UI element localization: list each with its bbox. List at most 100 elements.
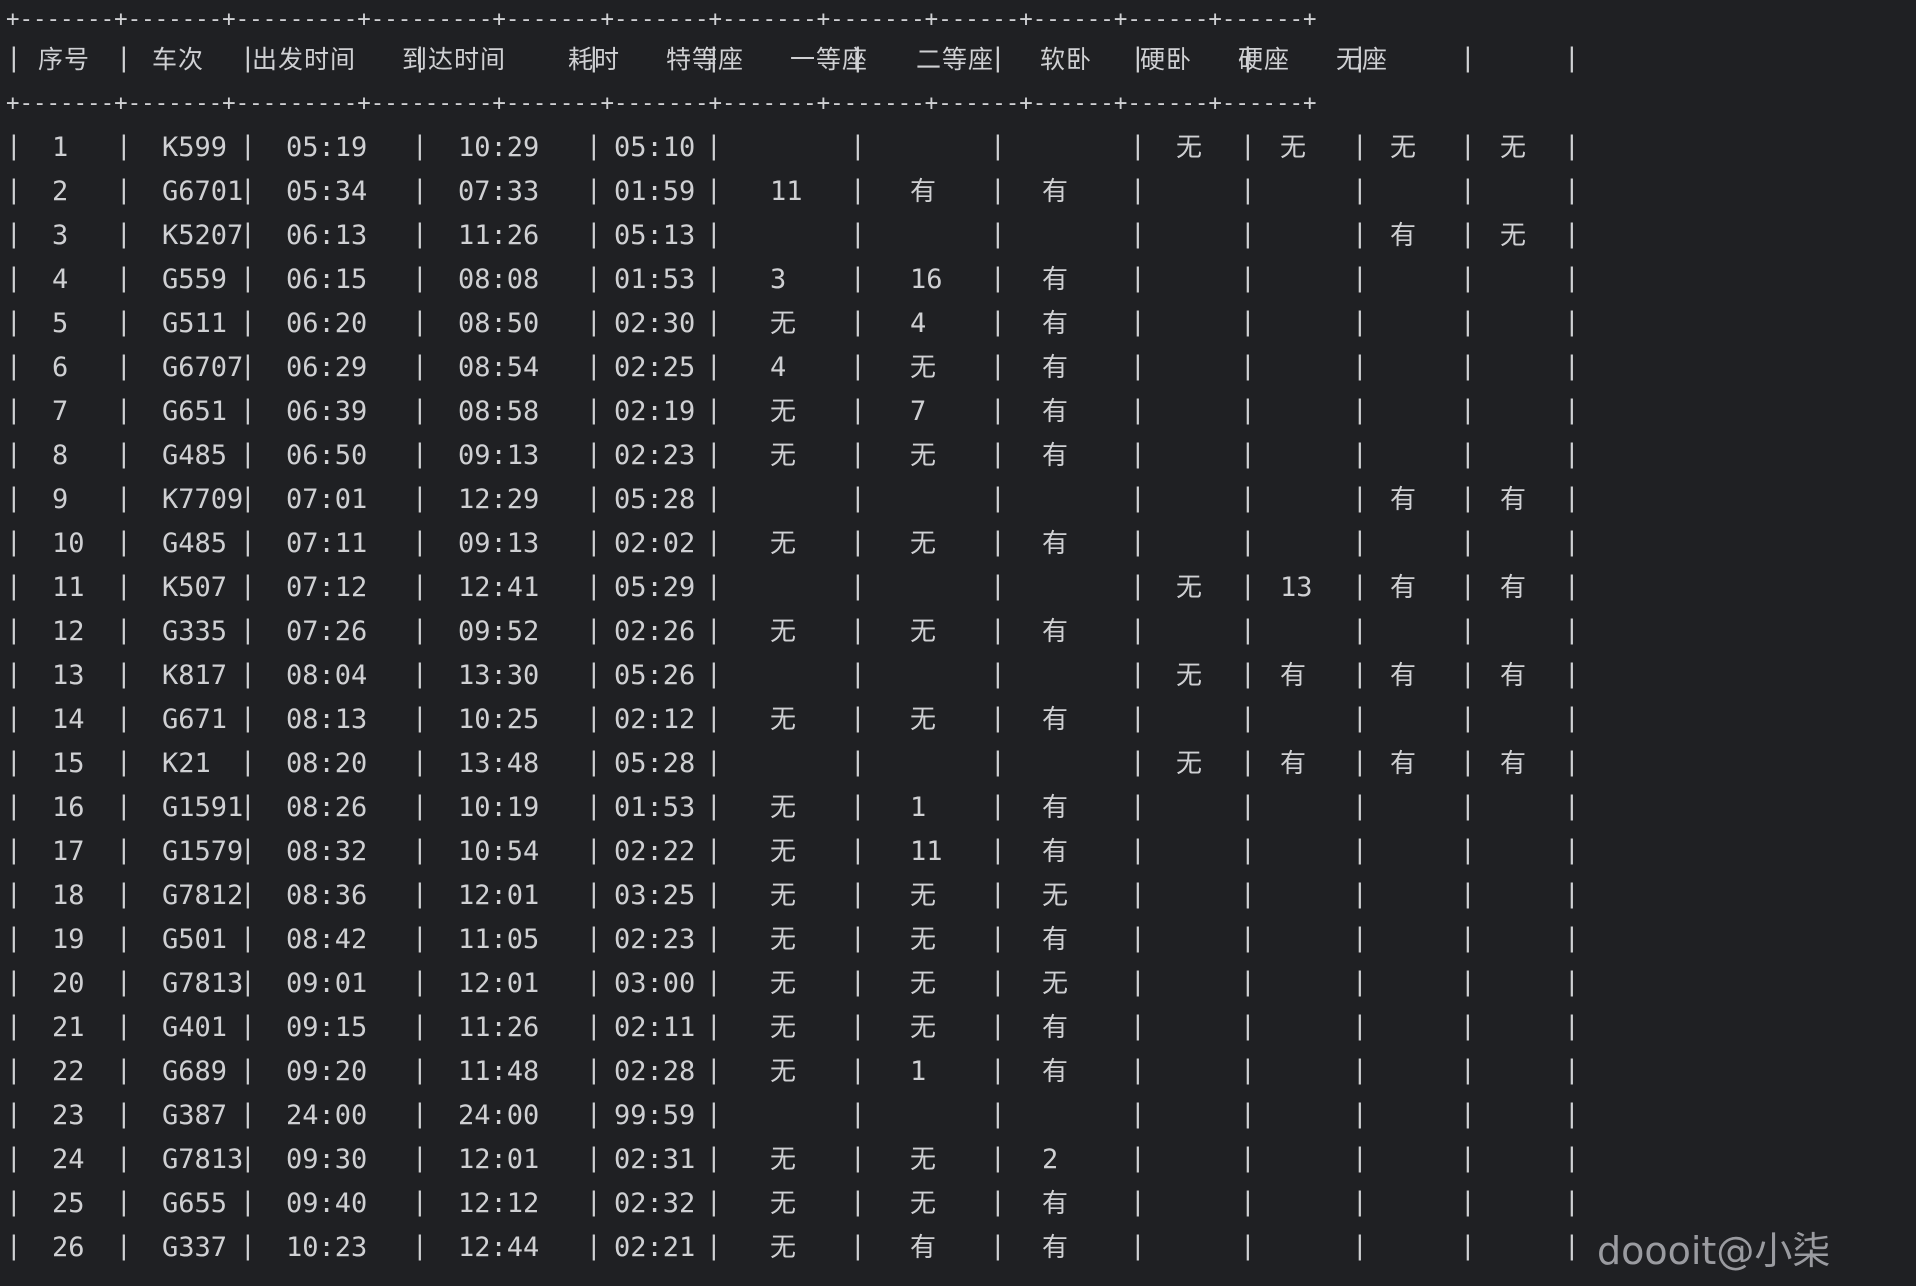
column-separator: | bbox=[1564, 483, 1580, 513]
column-separator: | bbox=[1352, 175, 1368, 205]
table-cell: 08:08 bbox=[458, 264, 540, 295]
table-row: | | | | | | | | | | | | | 25 G655 09:40 12:12 02:32 无 无 有 bbox=[0, 1182, 1916, 1222]
column-separator: | bbox=[116, 219, 132, 249]
table-cell: 12:01 bbox=[458, 880, 540, 911]
column-separator: | bbox=[1130, 527, 1146, 557]
column-separator: | bbox=[850, 967, 866, 997]
column-separator: | bbox=[586, 879, 602, 909]
column-separator: | bbox=[1130, 879, 1146, 909]
column-header: 车次 bbox=[152, 45, 205, 74]
table-cell: 26 bbox=[52, 1232, 85, 1263]
column-separator: | bbox=[990, 879, 1006, 909]
column-separator: | bbox=[1130, 571, 1146, 601]
column-separator: | bbox=[116, 1187, 132, 1217]
table-cell: 1 bbox=[52, 132, 69, 163]
table-cell: G651 bbox=[162, 396, 228, 427]
table-cell: 11:48 bbox=[458, 1056, 540, 1087]
column-separator: | bbox=[706, 615, 722, 645]
column-separator: | bbox=[706, 571, 722, 601]
column-separator: | bbox=[1130, 791, 1146, 821]
column-separator: | bbox=[586, 1187, 602, 1217]
column-separator: | bbox=[850, 263, 866, 293]
column-separator: | bbox=[412, 1231, 428, 1261]
column-separator: | bbox=[6, 791, 22, 821]
table-cell: 有 bbox=[1042, 1013, 1069, 1043]
column-separator: | bbox=[1564, 43, 1580, 73]
table-cell: 05:13 bbox=[614, 220, 696, 251]
column-separator: | bbox=[1564, 615, 1580, 645]
table-row: | | | | | | | | | | | | | 2 G6701 05:34 07:33 01:59 11 有有 bbox=[0, 170, 1916, 210]
column-separator: | bbox=[1352, 1143, 1368, 1173]
column-separator: | bbox=[586, 439, 602, 469]
column-separator: | bbox=[850, 835, 866, 865]
table-cell: 无 bbox=[1500, 221, 1527, 251]
table-cell: 无 bbox=[1390, 133, 1417, 163]
table-cell: 无 bbox=[770, 441, 797, 471]
table-cell: 17 bbox=[52, 836, 85, 867]
column-separator: | bbox=[1130, 307, 1146, 337]
table-row: | | | | | | | | | | | | | 13 K817 08:04 13:30 05:26 无 有 有 有 bbox=[0, 654, 1916, 694]
column-separator: | bbox=[1352, 835, 1368, 865]
column-separator: | bbox=[990, 527, 1006, 557]
column-separator: | bbox=[1352, 1187, 1368, 1217]
column-separator: | bbox=[706, 307, 722, 337]
table-cell: 4 bbox=[770, 352, 787, 383]
column-separator: | bbox=[240, 747, 256, 777]
table-cell: 3 bbox=[770, 264, 787, 295]
column-separator: | bbox=[1130, 923, 1146, 953]
column-separator: | bbox=[850, 879, 866, 909]
column-separator: | bbox=[240, 703, 256, 733]
column-separator: | bbox=[1460, 879, 1476, 909]
column-separator: | bbox=[1352, 527, 1368, 557]
table-row: | | | | | | | | | | | | | 19 G501 08:42 11:05 02:23 无 无 有 bbox=[0, 918, 1916, 958]
column-separator: | bbox=[586, 527, 602, 557]
column-separator: | bbox=[412, 439, 428, 469]
table-cell: 无 bbox=[770, 397, 797, 427]
column-separator: | bbox=[1352, 615, 1368, 645]
table-cell: 无 bbox=[770, 529, 797, 559]
column-separator: | bbox=[412, 967, 428, 997]
column-separator: | bbox=[990, 835, 1006, 865]
table-cell: 02:21 bbox=[614, 1232, 696, 1263]
column-separator: | bbox=[586, 703, 602, 733]
table-cell: 无 bbox=[770, 925, 797, 955]
table-cell: 09:20 bbox=[286, 1056, 368, 1087]
table-cell: 无 bbox=[770, 1057, 797, 1087]
table-cell: 06:39 bbox=[286, 396, 368, 427]
column-separator: | bbox=[850, 131, 866, 161]
column-separator: | bbox=[586, 219, 602, 249]
column-separator: | bbox=[706, 219, 722, 249]
table-cell: 无 bbox=[770, 1145, 797, 1175]
column-separator: | bbox=[1352, 571, 1368, 601]
column-separator: | bbox=[706, 747, 722, 777]
column-separator: | bbox=[412, 923, 428, 953]
table-cell: 11 bbox=[910, 836, 943, 867]
column-separator: | bbox=[990, 131, 1006, 161]
column-separator: | bbox=[1130, 1011, 1146, 1041]
table-cell: 06:29 bbox=[286, 352, 368, 383]
table-cell: 12:44 bbox=[458, 1232, 540, 1263]
table-cell: 有 bbox=[1390, 485, 1417, 515]
column-separator: | bbox=[116, 351, 132, 381]
table-cell: 16 bbox=[52, 792, 85, 823]
table-cell: 无 bbox=[770, 309, 797, 339]
table-cell: 无 bbox=[910, 925, 937, 955]
table-cell: 2 bbox=[1042, 1144, 1059, 1175]
table-border-top: +-------+-------+---------+---------+---… bbox=[6, 7, 1317, 32]
table-cell: 13:48 bbox=[458, 748, 540, 779]
table-row: | | | | | | | | | | | | | 5 G511 06:20 08:50 02:30 无 4 有 bbox=[0, 302, 1916, 342]
column-separator: | bbox=[990, 1187, 1006, 1217]
column-separator: | bbox=[1240, 1011, 1256, 1041]
column-separator: | bbox=[850, 703, 866, 733]
table-cell: 4 bbox=[52, 264, 69, 295]
table-cell: 20 bbox=[52, 968, 85, 999]
column-separator: | bbox=[116, 395, 132, 425]
table-cell: 06:20 bbox=[286, 308, 368, 339]
column-separator: | bbox=[412, 219, 428, 249]
column-separator: | bbox=[1240, 263, 1256, 293]
table-cell: 05:29 bbox=[614, 572, 696, 603]
column-separator: | bbox=[1564, 967, 1580, 997]
table-cell: 有 bbox=[1042, 1233, 1069, 1263]
column-separator: | bbox=[1564, 879, 1580, 909]
column-separator: | bbox=[240, 307, 256, 337]
